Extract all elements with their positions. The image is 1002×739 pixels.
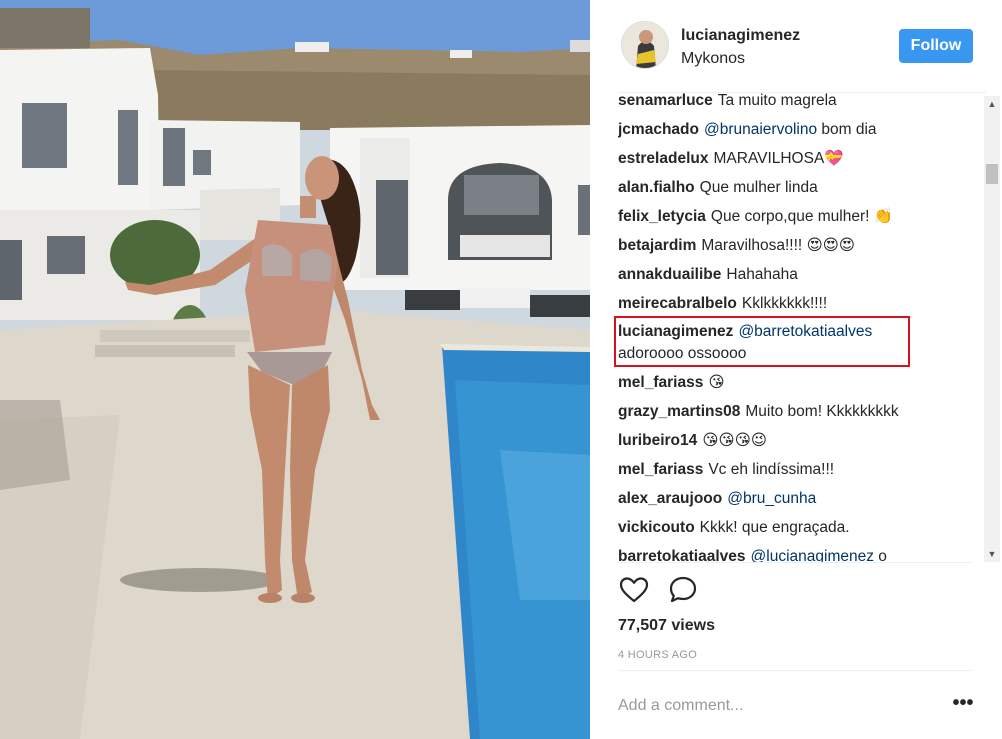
comment-username[interactable]: alex_araujooo xyxy=(618,490,722,507)
comment-item: barretokatiaalves @lucianagimenez o xyxy=(618,546,986,562)
comment-item: estreladelux MARAVILHOSA💝 xyxy=(618,148,986,170)
comment-mention[interactable]: @bru_cunha xyxy=(727,490,816,507)
scroll-thumb[interactable] xyxy=(986,164,998,184)
comment-item: felix_letycia Que corpo,que mulher! 👏 xyxy=(618,206,986,228)
scroll-down-arrow-icon[interactable]: ▼ xyxy=(984,546,1000,562)
comment-username[interactable]: mel_fariass xyxy=(618,461,703,478)
comment-username[interactable]: jcmachado xyxy=(618,121,699,138)
mykonos-pool-scene xyxy=(0,0,590,739)
post-photo[interactable] xyxy=(0,0,590,739)
follow-button[interactable]: Follow xyxy=(899,29,973,63)
post-header: lucianagimenez Mykonos Follow xyxy=(590,0,1002,90)
more-options-icon[interactable]: ••• xyxy=(950,693,976,718)
comment-item: alan.fialho Que mulher linda xyxy=(618,177,986,199)
comment-item-highlighted: lucianagimenez @barretokatiaalves xyxy=(618,321,986,343)
speech-bubble-icon xyxy=(669,576,697,603)
comment-username[interactable]: meirecabralbelo xyxy=(618,295,737,312)
comment-text: Vc eh lindíssima!!! xyxy=(708,461,835,478)
comment-username[interactable]: vickicouto xyxy=(618,519,695,536)
comment-text: Kklkkkkkk!!!! xyxy=(741,295,828,312)
avatar-image xyxy=(622,22,668,68)
comment-username[interactable]: mel_fariass xyxy=(618,374,703,391)
comment-username[interactable]: felix_letycia xyxy=(618,208,706,225)
comment-item: luribeiro14 😘😘😘😉 xyxy=(618,430,986,452)
comment-text: Que corpo,que mulher! 👏 xyxy=(710,208,894,225)
avatar[interactable] xyxy=(621,21,669,69)
comment-text: Hahahaha xyxy=(726,266,798,283)
comment-item: grazy_martins08 Muito bom! Kkkkkkkkk xyxy=(618,401,986,423)
comment-username[interactable]: luribeiro14 xyxy=(618,432,697,449)
comment-item: vickicouto Kkkk! que engraçada. xyxy=(618,517,986,539)
comment-username[interactable]: barretokatiaalves xyxy=(618,548,746,562)
views-count[interactable]: 77,507 views xyxy=(618,617,715,635)
scroll-up-arrow-icon[interactable]: ▲ xyxy=(984,96,1000,112)
divider xyxy=(618,562,973,563)
comment-username[interactable]: annakduailibe xyxy=(618,266,721,283)
comments-scrollbar[interactable]: ▲ ▼ xyxy=(984,96,1000,562)
post-location[interactable]: Mykonos xyxy=(681,50,745,68)
comment-username[interactable]: alan.fialho xyxy=(618,179,695,196)
post-sidebar: lucianagimenez Mykonos Follow senamarluc… xyxy=(590,0,1002,739)
comment-text: bom dia xyxy=(817,121,877,138)
comment-text: Kkkk! que engraçada. xyxy=(699,519,850,536)
comment-item: jcmachado @brunaiervolino bom dia xyxy=(618,119,986,141)
comment-text: Que mulher linda xyxy=(699,179,818,196)
comment-item: mel_fariass Vc eh lindíssima!!! xyxy=(618,459,986,481)
divider xyxy=(618,670,973,671)
comment-text: Muito bom! Kkkkkkkkk xyxy=(745,403,899,420)
heart-outline-icon xyxy=(619,577,649,603)
comment-text: Ta muito magrela xyxy=(717,92,837,109)
post-timestamp[interactable]: 4 HOURS AGO xyxy=(618,649,697,661)
comment-mention[interactable]: @barretokatiaalves xyxy=(738,323,872,340)
comment-text: o xyxy=(873,548,887,562)
comments-list: senamarluce Ta muito magrela jcmachado @br… xyxy=(618,92,986,562)
comment-username[interactable]: grazy_martins08 xyxy=(618,403,740,420)
comment-item: annakduailibe Hahahaha xyxy=(618,264,986,286)
like-button[interactable] xyxy=(618,574,650,606)
comment-text: 😘 xyxy=(708,374,725,391)
comment-mention[interactable]: @brunaiervolino xyxy=(704,121,817,138)
comment-text: adoroooo ossoooo xyxy=(618,345,747,362)
comment-mention[interactable]: @lucianagimenez xyxy=(751,548,874,562)
post-username[interactable]: lucianagimenez xyxy=(681,27,800,45)
comment-item: mel_fariass 😘 xyxy=(618,372,986,394)
comment-username[interactable]: estreladelux xyxy=(618,150,708,167)
comment-item: senamarluce Ta muito magrela xyxy=(618,92,986,112)
comment-item-continued: adoroooo ossoooo xyxy=(618,343,986,365)
comment-item: betajardim Maravilhosa!!!! 😍😍😍 xyxy=(618,235,986,257)
comment-username[interactable]: betajardim xyxy=(618,237,696,254)
comment-text: 😘😘😘😉 xyxy=(702,432,767,449)
comment-text: Maravilhosa!!!! 😍😍😍 xyxy=(701,237,855,254)
comment-button[interactable] xyxy=(667,574,699,606)
add-comment-input[interactable] xyxy=(618,694,938,718)
comment-text: MARAVILHOSA💝 xyxy=(713,150,844,167)
comment-item: meirecabralbelo Kklkkkkkk!!!! xyxy=(618,293,986,315)
comment-username[interactable]: lucianagimenez xyxy=(618,323,733,340)
comment-item: alex_araujooo @bru_cunha xyxy=(618,488,986,510)
comment-username[interactable]: senamarluce xyxy=(618,93,713,109)
